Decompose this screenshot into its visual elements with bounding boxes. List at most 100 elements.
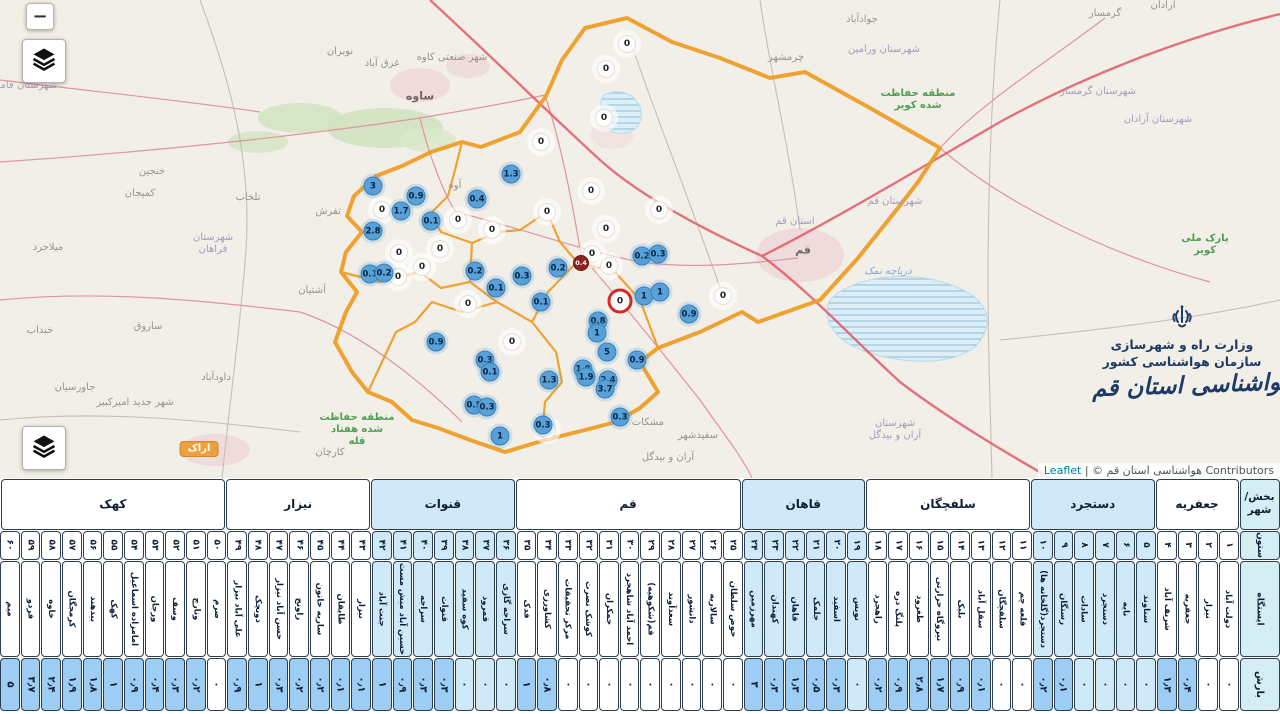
rainfall-marker[interactable]: 0.2 (549, 259, 568, 278)
rainfall-marker[interactable]: 1 (491, 427, 510, 446)
rainfall-marker[interactable]: 0.9 (427, 333, 446, 352)
rainfall-marker[interactable]: 1.9 (577, 368, 596, 387)
rainfall-marker[interactable]: 0 (532, 133, 550, 151)
leaflet-link[interactable]: Leaflet (1044, 464, 1081, 477)
rainfall-marker[interactable]: 5 (598, 343, 617, 362)
zoom-out-button[interactable]: − (26, 3, 54, 30)
rainfall-marker[interactable]: 0 (390, 244, 408, 262)
rainfall-marker[interactable]: 0.9 (680, 305, 699, 324)
rainfall-marker[interactable]: 0.2 (466, 262, 485, 281)
rainfall-marker[interactable]: 0 (600, 257, 618, 275)
rainfall-marker[interactable]: 0.9 (407, 187, 426, 206)
rainfall-marker[interactable]: 0.1 (422, 212, 441, 231)
precipitation-value-cell: ۰٫۸ (537, 658, 557, 711)
rainfall-marker[interactable]: 0.4 (468, 190, 487, 209)
station-name-cell: وسف (165, 561, 185, 657)
station-name-cell: فدک (517, 561, 537, 657)
column-number-cell: ۱۰ (1033, 531, 1053, 560)
rainfall-marker[interactable]: 1.7 (392, 202, 411, 221)
precipitation-value-cell: ۰٫۹ (950, 658, 970, 711)
rainfall-marker[interactable]: 0 (431, 240, 449, 258)
rainfall-marker[interactable]: 0 (714, 287, 732, 305)
rainfall-marker[interactable]: 0.4 (573, 255, 589, 271)
column-number-cell: ۴۸ (248, 531, 268, 560)
precipitation-value-cell: ۰٫۴ (145, 658, 165, 711)
attribution-text: © هواشناسی استان قم Contributors (1092, 464, 1274, 477)
station-name-cell: دوبچک (248, 561, 268, 657)
highlighted-station-marker[interactable]: 0 (608, 289, 633, 314)
precipitation-value-cell: ۰ (661, 658, 681, 711)
rainfall-marker[interactable]: 0.2 (375, 264, 394, 283)
precipitation-value-cell: ۰٫۲ (868, 658, 888, 711)
rainfall-marker[interactable]: 0.3 (478, 398, 497, 417)
station-name-cell: بلیک (950, 561, 970, 657)
precipitation-value-cell: ۰٫۴ (1178, 658, 1198, 711)
table-value-row: بارش ۰۰۰٫۴۱٫۳۰۰۰۰۰٫۱۰٫۲۰۰۰٫۱۰٫۹۱٫۷۲٫۸۰٫۹… (0, 657, 1280, 711)
column-number-cell: ۲۴ (744, 531, 764, 560)
rainfall-marker[interactable]: 0.1 (481, 363, 500, 382)
column-number-cell: ۱۸ (868, 531, 888, 560)
column-number-cell: ۴۷ (269, 531, 289, 560)
table-group-row: بخش/ شهر جعفریهدستجردسلفچگانقاهانقمقنوات… (0, 478, 1280, 530)
table-station-row: ایستگاه دولت آبادنیزارجعفریهشریف آبادسنا… (0, 560, 1280, 657)
rainfall-marker[interactable]: 0.3 (649, 245, 668, 264)
precipitation-value-cell: ۳ (744, 658, 764, 711)
rainfall-marker[interactable]: 0 (597, 220, 615, 238)
column-number-cell: ۳۶ (496, 531, 516, 560)
column-number-cell: ۴۱ (393, 531, 413, 560)
rainfall-marker[interactable]: 1 (588, 324, 607, 343)
rainfall-marker[interactable]: 0 (483, 221, 501, 239)
precipitation-value-cell: ۰٫۳ (165, 658, 185, 711)
rainfall-marker[interactable]: 0 (538, 203, 556, 221)
leaflet-map[interactable]: گرمسارآرادانجوادآبادچرمشهرشهرستان ورامین… (0, 0, 1280, 478)
station-name-cell: سراجه گازی (496, 561, 516, 657)
district-header: دستجرد (1031, 479, 1155, 530)
rainfall-marker[interactable]: 0 (595, 109, 613, 127)
precipitation-value-cell: ۰٫۳ (826, 658, 846, 711)
precipitation-value-cell: ۰ (1116, 658, 1136, 711)
precipitation-value-cell: ۰٫۳ (764, 658, 784, 711)
column-number-cell: ۴۰ (413, 531, 433, 560)
layers-icon (30, 45, 58, 77)
rainfall-marker[interactable]: 3 (364, 177, 383, 196)
precipitation-value-cell: ۰ (496, 658, 516, 711)
station-name-cell: قاهان (785, 561, 805, 657)
rainfall-marker[interactable]: 1 (651, 283, 670, 302)
precipitation-value-cell: ۲٫۸ (909, 658, 929, 711)
rainfall-marker[interactable]: 2.8 (364, 222, 383, 241)
station-name-cell: دانشور (682, 561, 702, 657)
rainfall-marker[interactable]: 0.3 (611, 408, 630, 427)
rainfall-marker[interactable]: 0.1 (532, 293, 551, 312)
rainfall-marker[interactable]: 0.9 (628, 351, 647, 370)
layers-control-bottom[interactable] (22, 426, 66, 470)
column-number-cell: ۴۹ (227, 531, 247, 560)
station-name-cell: میم (0, 561, 20, 657)
rainfall-marker[interactable]: 1.3 (540, 371, 559, 390)
rainfall-marker[interactable]: 0 (413, 258, 431, 276)
station-name-cell: جنت آباد (372, 561, 392, 657)
station-name-cell: نایه (1116, 561, 1136, 657)
rainfall-marker[interactable]: 3.7 (596, 380, 615, 399)
rainfall-marker[interactable]: 0 (597, 60, 615, 78)
rainfall-marker[interactable]: 0 (618, 35, 636, 53)
rainfall-marker[interactable]: 0 (503, 333, 521, 351)
rainfall-marker[interactable]: 0 (449, 211, 467, 229)
rainfall-marker[interactable]: 1.3 (502, 165, 521, 184)
rainfall-marker[interactable]: 0 (650, 201, 668, 219)
rainfall-marker[interactable]: 0.3 (513, 267, 532, 286)
layers-control-top[interactable] (22, 39, 66, 83)
rainfall-marker[interactable]: 0.3 (534, 416, 553, 435)
column-number-cell: ۳۸ (455, 531, 475, 560)
precipitation-value-cell: ۰٫۲ (186, 658, 206, 711)
logo-organization-line: سازمان هواشناسی کشور (1092, 354, 1272, 369)
rainfall-marker[interactable]: 0.1 (487, 279, 506, 298)
station-name-cell: نویس (847, 561, 867, 657)
precipitation-value-cell: ۱ (517, 658, 537, 711)
rainfall-marker[interactable]: 0 (459, 295, 477, 313)
precipitation-value-cell: ۰ (992, 658, 1012, 711)
column-number-cell: ۳۲ (579, 531, 599, 560)
rainfall-marker[interactable]: 0 (582, 182, 600, 200)
column-number-cell: ۱۶ (909, 531, 929, 560)
precipitation-value-cell: ۰٫۳ (434, 658, 454, 711)
rainfall-marker[interactable]: 0 (373, 201, 391, 219)
